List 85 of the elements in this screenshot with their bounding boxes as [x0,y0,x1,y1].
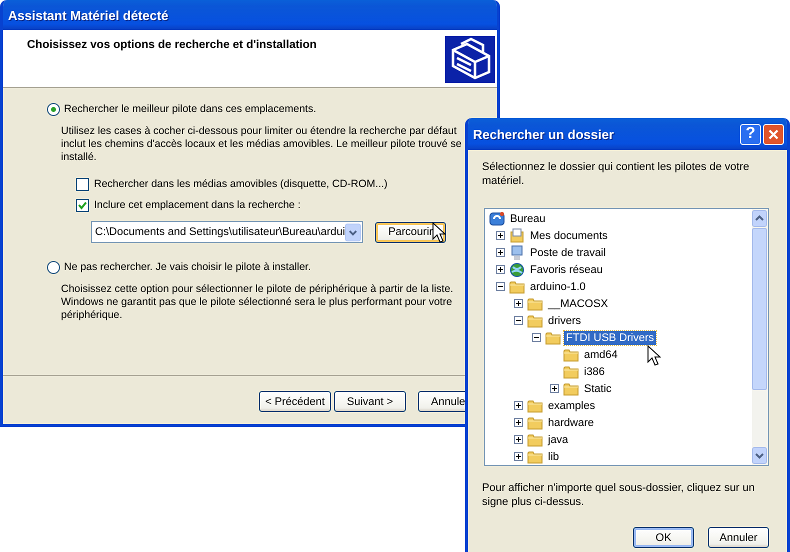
plus-icon [514,401,523,410]
instruction-text: Sélectionnez le dossier qui contient les pilotes de votre matériel. [482,160,750,188]
plus-icon [514,452,523,461]
radio-button[interactable] [47,102,60,116]
desktop-icon [489,210,505,226]
cancel-button[interactable]: Annuler [708,527,769,548]
ok-button[interactable]: OK [633,527,694,548]
scroll-up-icon [752,210,767,227]
folder-icon [527,296,543,312]
help-button[interactable]: ? [740,124,761,144]
scroll-down-icon [752,447,767,464]
tree-item[interactable]: Bureau [508,212,548,226]
path-combo-box[interactable]: C:\Documents and Settings\utilisateur\Bureau\ardui [91,221,363,243]
plus-icon [496,231,505,240]
plus-icon [514,435,523,444]
tree-item[interactable]: Favoris réseau [528,262,605,276]
tree-item[interactable]: java [546,432,570,446]
folder-icon [527,432,543,448]
minus-icon [496,282,505,291]
option-label: Ne pas rechercher. Je vais choisir le pilote à installer. [64,261,311,273]
checkbox[interactable] [76,198,89,212]
globe-icon [509,262,525,278]
radio-button[interactable] [47,260,60,274]
expand-icon[interactable] [496,231,505,240]
tree-item[interactable]: i386 [582,364,607,378]
tree-item[interactable]: Static [582,382,614,396]
tree-item[interactable]: hardware [546,416,596,430]
expand-icon[interactable] [514,299,523,308]
folder-icon [509,278,525,294]
tree-item[interactable]: examples [546,398,598,412]
computer-icon [509,244,525,260]
tree-item[interactable]: drivers [546,314,584,328]
next-button[interactable]: Suivant > [334,391,406,412]
checkbox[interactable] [76,178,89,190]
tree-item[interactable]: amd64 [582,348,620,362]
expand-icon[interactable] [496,248,505,257]
checkbox-label: Inclure cet emplacement dans la recherche : [94,199,301,211]
expand-icon[interactable] [514,452,523,461]
folder-icon [527,398,543,414]
cursor-icon [647,345,661,366]
option-label: Rechercher le meilleur pilote dans ces emplacements. [64,103,316,115]
minus-icon [514,316,523,325]
collapse-icon[interactable] [532,333,541,342]
collapse-icon[interactable] [514,316,523,325]
hint-text: Pour afficher n'importe quel sous-dossier, cliquez sur un signe plus ci-dessus. [482,481,756,509]
option-description: Choisissez cette option pour sélectionner le pilote de périphérique à partir de la liste. Windows ne garantit pas que le pilote sélectionné sera le plus performant pour votre périphérique. [60,283,454,322]
collapse-icon[interactable] [496,282,505,291]
scrollbar[interactable] [752,209,768,465]
folder-icon [527,448,543,464]
tree-item[interactable]: lib [546,450,562,464]
expand-icon[interactable] [550,384,559,393]
expand-icon[interactable] [496,265,505,274]
check-icon [78,200,87,210]
folder-icon [563,346,579,362]
browse-button[interactable]: Parcourir [375,222,446,242]
minus-icon [532,333,541,342]
window-title: Rechercher un dossier [473,126,614,142]
wizard-heading: Choisissez vos options de recherche et d'installation [27,38,317,53]
folder-icon [563,380,579,396]
folder-icon [563,364,579,380]
folder-icon [545,330,561,346]
plus-icon [550,384,559,393]
folder-icon [527,414,543,430]
plus-icon [514,418,523,427]
tree-item[interactable]: __MACOSX [546,296,610,310]
expand-icon[interactable] [514,401,523,410]
plus-icon [496,265,505,274]
tree-item[interactable]: Poste de travail [528,246,608,260]
documents-icon [509,228,525,244]
checkbox-label: Rechercher dans les médias amovibles (disquette, CD-ROM...) [94,178,388,190]
back-button[interactable]: < Précédent [259,391,331,412]
tree-item[interactable]: Mes documents [528,228,610,242]
tree-item[interactable]: arduino-1.0 [528,280,588,294]
expand-icon[interactable] [514,418,523,427]
close-icon [768,128,779,140]
folder-icon [527,312,543,328]
option-description: Utilisez les cases à cocher ci-dessous pour limiter ou étendre la recherche par défaut inclut les chemins d'accès locaux et les médias amovibles. Le meilleur pilote trouvé se installé. [60,125,462,164]
expand-icon[interactable] [514,435,523,444]
cursor-icon [432,222,446,243]
scroll-thumb[interactable] [752,228,767,390]
plus-icon [496,248,505,257]
plus-icon [514,299,523,308]
window-title: Assistant Matériel détecté [8,8,168,22]
tree-item[interactable]: FTDI USB Drivers [564,330,656,344]
close-button[interactable] [763,124,784,144]
